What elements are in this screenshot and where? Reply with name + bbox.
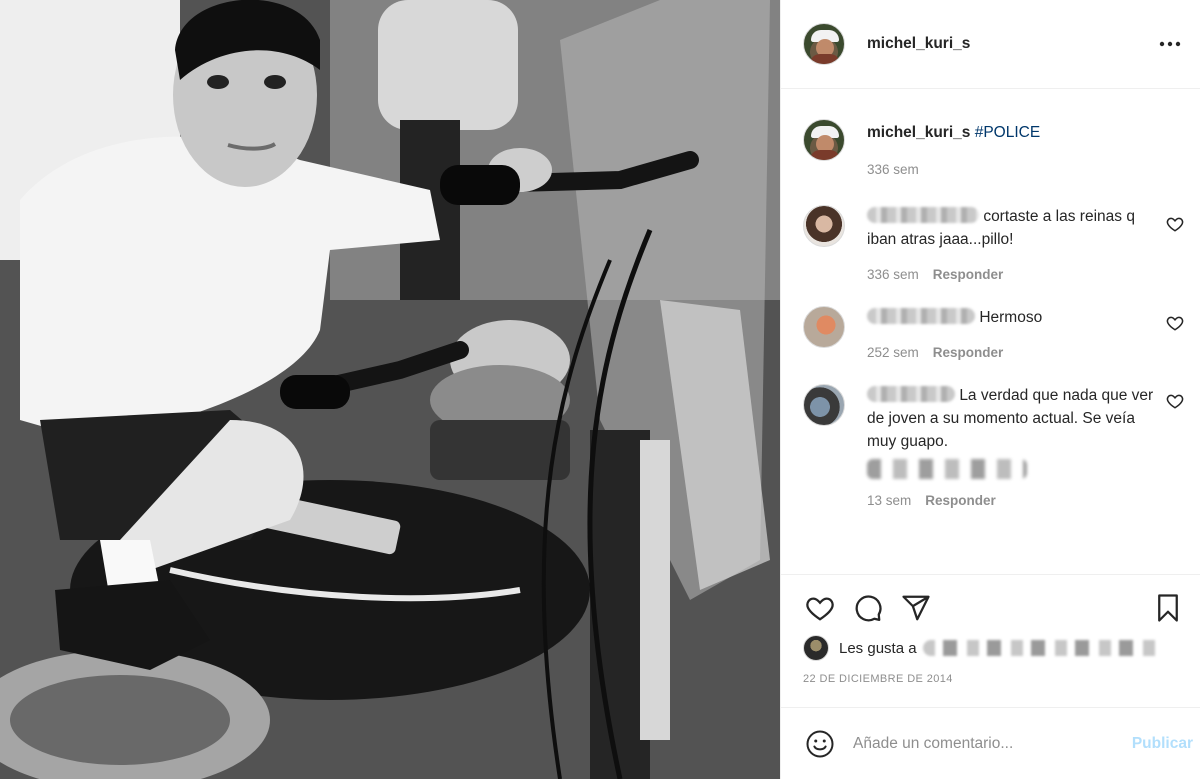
post-photo-illustration [0,0,780,779]
post-date[interactable]: 22 DE DICIEMBRE DE 2014 [803,673,1185,685]
comment-text: Hermoso [979,309,1043,326]
smiley-icon[interactable] [803,727,837,761]
comment-item: La verdad que nada que ver de joven a su… [803,384,1184,508]
share-icon[interactable] [899,591,933,625]
bookmark-icon[interactable] [1151,591,1185,625]
add-comment-form: Publicar [781,707,1200,779]
caption-hashtag[interactable]: #POLICE [975,124,1040,141]
comment-like-heart-icon[interactable] [1166,215,1184,233]
caption-username[interactable]: michel_kuri_s [867,124,970,141]
heart-icon[interactable] [803,591,837,625]
comment-like-heart-icon[interactable] [1166,392,1184,410]
blurred-username [867,308,975,324]
comment-item: cortaste a las reinas q iban atras jaaa.… [803,205,1184,282]
author-username[interactable]: michel_kuri_s [867,35,970,53]
author-avatar[interactable] [803,23,845,65]
likes-prefix: Les gusta a [839,639,917,657]
post-photo[interactable] [0,0,780,779]
comment-time[interactable]: 13 sem [867,493,911,508]
commenter-avatar[interactable] [803,384,845,426]
post-header: michel_kuri_s [781,0,1200,89]
comment-time[interactable]: 252 sem [867,345,919,360]
commenter-avatar[interactable] [803,205,845,247]
comment-time[interactable]: 336 sem [867,267,919,282]
caption-time[interactable]: 336 sem [867,162,919,177]
post-actions: Les gusta a 22 DE DICIEMBRE DE 2014 [781,574,1200,685]
commenter-avatar[interactable] [803,306,845,348]
caption-author-avatar[interactable] [803,119,845,161]
blurred-mentions [867,459,1027,479]
comment-item: Hermoso 252 sem Responder [803,306,1184,360]
likes-summary[interactable]: Les gusta a [803,635,1185,661]
blurred-username [867,386,955,402]
reply-button[interactable]: Responder [933,345,1004,360]
reply-button[interactable]: Responder [933,267,1004,282]
more-options-icon[interactable] [1156,30,1184,58]
comment-icon[interactable] [851,591,885,625]
publish-button[interactable]: Publicar [1128,735,1197,753]
reply-button[interactable]: Responder [925,493,996,508]
comment-input[interactable] [853,734,1128,753]
comments-list[interactable]: michel_kuri_s #POLICE 336 sem cortaste a… [781,89,1200,574]
caption: michel_kuri_s #POLICE 336 sem [803,119,1184,177]
liker-avatar[interactable] [803,635,829,661]
blurred-likers [922,640,1163,656]
blurred-username [867,207,979,223]
post-side-panel: michel_kuri_s michel_kuri_s #POLICE 336 … [780,0,1200,779]
comment-like-heart-icon[interactable] [1166,314,1184,332]
